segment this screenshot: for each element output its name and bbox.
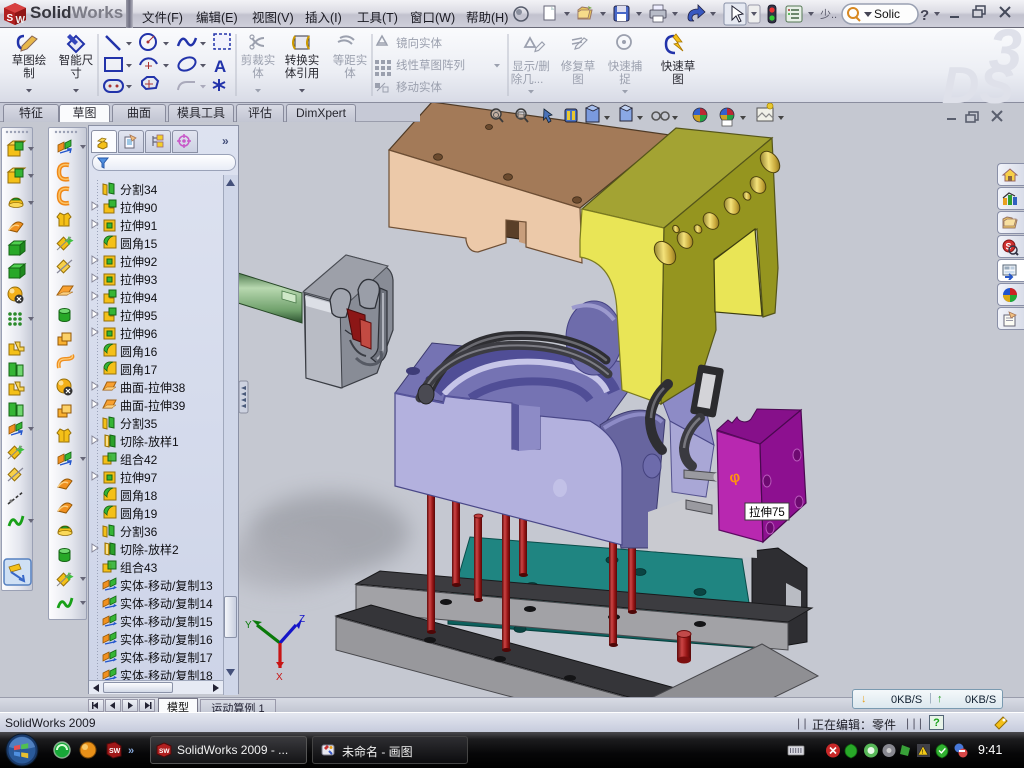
svg-text:图: 图	[572, 73, 584, 86]
svg-text:W: W	[16, 15, 26, 26]
svg-text:除几...: 除几...	[511, 72, 544, 86]
svg-text:体引用: 体引用	[285, 66, 320, 80]
svg-text:转换实: 转换实	[285, 53, 320, 67]
svg-text:捉: 捉	[619, 72, 631, 86]
svg-text:拉伸75: 拉伸75	[749, 505, 785, 519]
svg-text:Y: Y	[245, 620, 252, 631]
svg-text:快速捕: 快速捕	[608, 59, 643, 73]
svg-text:制: 制	[23, 67, 35, 80]
svg-text:少..: 少..	[820, 8, 837, 21]
svg-text:体: 体	[252, 66, 264, 80]
svg-text:体: 体	[344, 66, 356, 80]
svg-text:剪裁实: 剪裁实	[241, 53, 276, 67]
svg-text:智能尺: 智能尺	[59, 53, 94, 67]
svg-text:快速草: 快速草	[661, 60, 696, 73]
svg-text:修复草: 修复草	[561, 59, 596, 73]
svg-text:S: S	[7, 13, 14, 24]
svg-text:Z: Z	[299, 614, 305, 625]
svg-text:等距实: 等距实	[333, 53, 368, 67]
svg-text:图: 图	[672, 73, 684, 86]
svg-text:显示/删: 显示/删	[512, 60, 550, 73]
svg-text:X: X	[276, 672, 283, 683]
svg-text:SW: SW	[109, 748, 121, 755]
svg-text:?: ?	[920, 7, 929, 24]
svg-text:Solic: Solic	[874, 7, 900, 21]
svg-text:移动实体: 移动实体	[396, 80, 442, 94]
svg-text:»: »	[128, 745, 134, 757]
svg-text:寸: 寸	[70, 66, 82, 80]
svg-text:草图绘: 草图绘	[12, 53, 47, 67]
svg-text:A: A	[214, 57, 226, 76]
svg-text:SW: SW	[159, 748, 170, 755]
svg-text:线性草图阵列: 线性草图阵列	[396, 58, 465, 72]
svg-text:镜向实体: 镜向实体	[396, 36, 442, 50]
